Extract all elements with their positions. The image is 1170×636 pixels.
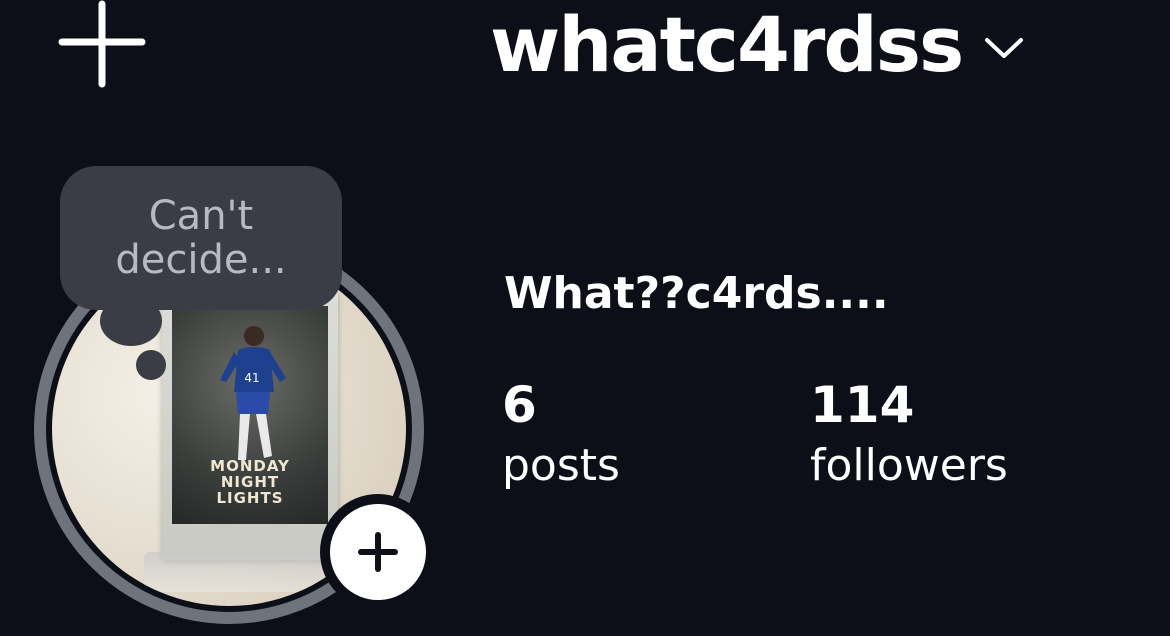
posts-label: posts: [502, 440, 620, 491]
add-story-button[interactable]: [320, 494, 436, 610]
display-name: What??c4rds....: [504, 268, 889, 319]
svg-text:41: 41: [244, 371, 259, 385]
avatar-card-art: 41 MONDAY NIGHT LIGHTS: [172, 306, 328, 524]
plus-icon: [358, 532, 398, 572]
username: whatc4rdss: [490, 0, 964, 89]
avatar-card-text-line: LIGHTS: [216, 489, 284, 507]
note-bubble[interactable]: Can't decide...: [60, 166, 342, 310]
add-story-button-inner: [330, 504, 426, 600]
followers-label: followers: [810, 440, 1008, 491]
posts-stat[interactable]: 6 posts: [502, 376, 620, 492]
note-bubble-tail-dot: [136, 350, 166, 380]
profile-screen: whatc4rdss 41 MONDAY NIGHT LIGHTS Can't …: [0, 0, 1170, 636]
posts-count: 6: [502, 376, 537, 434]
note-text: Can't decide...: [115, 193, 287, 283]
create-button[interactable]: [56, 0, 148, 88]
chevron-down-icon: [985, 38, 1024, 58]
followers-stat[interactable]: 114 followers: [810, 376, 1008, 492]
avatar-card-slab: 41 MONDAY NIGHT LIGHTS: [162, 292, 338, 560]
plus-icon: [58, 0, 146, 88]
followers-count: 114: [810, 376, 915, 434]
account-switcher[interactable]: whatc4rdss: [490, 0, 1024, 90]
